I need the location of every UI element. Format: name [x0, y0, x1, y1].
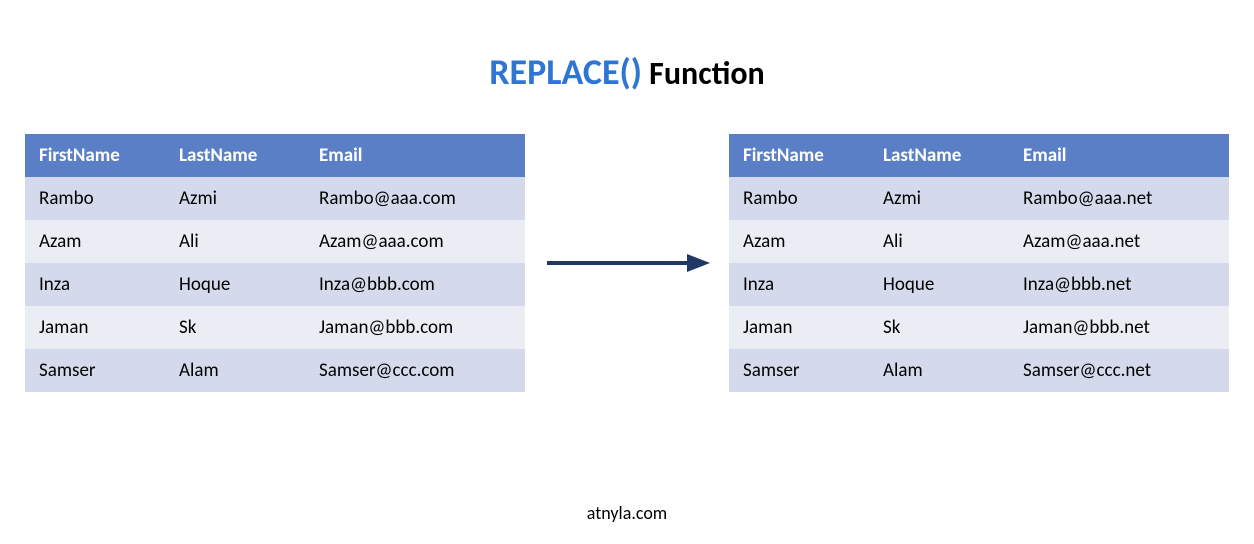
cell-lastname: Hoque — [869, 263, 1009, 306]
cell-lastname: Ali — [165, 220, 305, 263]
cell-firstname: Rambo — [25, 177, 165, 220]
cell-email: Jaman@bbb.net — [1009, 306, 1229, 349]
result-table: FirstName LastName Email Rambo Azmi Ramb… — [729, 134, 1229, 392]
cell-email: Samser@ccc.com — [305, 349, 525, 392]
cell-lastname: Sk — [165, 306, 305, 349]
table-row: Jaman Sk Jaman@bbb.com — [25, 306, 525, 349]
header-email: Email — [1009, 134, 1229, 177]
cell-firstname: Jaman — [25, 306, 165, 349]
source-table: FirstName LastName Email Rambo Azmi Ramb… — [25, 134, 525, 392]
footer-attribution: atnyla.com — [587, 502, 667, 524]
table-header-row: FirstName LastName Email — [729, 134, 1229, 177]
cell-lastname: Alam — [165, 349, 305, 392]
cell-lastname: Alam — [869, 349, 1009, 392]
cell-email: Rambo@aaa.net — [1009, 177, 1229, 220]
header-firstname: FirstName — [25, 134, 165, 177]
title-suffix: Function — [642, 54, 765, 93]
arrow-container — [537, 248, 717, 278]
header-firstname: FirstName — [729, 134, 869, 177]
cell-firstname: Inza — [729, 263, 869, 306]
cell-email: Azam@aaa.net — [1009, 220, 1229, 263]
cell-email: Jaman@bbb.com — [305, 306, 525, 349]
table-row: Jaman Sk Jaman@bbb.net — [729, 306, 1229, 349]
cell-firstname: Azam — [729, 220, 869, 263]
cell-firstname: Azam — [25, 220, 165, 263]
table-row: Samser Alam Samser@ccc.com — [25, 349, 525, 392]
header-lastname: LastName — [869, 134, 1009, 177]
cell-lastname: Sk — [869, 306, 1009, 349]
header-email: Email — [305, 134, 525, 177]
cell-email: Azam@aaa.com — [305, 220, 525, 263]
table-row: Samser Alam Samser@ccc.net — [729, 349, 1229, 392]
cell-firstname: Rambo — [729, 177, 869, 220]
cell-email: Inza@bbb.net — [1009, 263, 1229, 306]
table-row: Rambo Azmi Rambo@aaa.com — [25, 177, 525, 220]
table-row: Azam Ali Azam@aaa.net — [729, 220, 1229, 263]
cell-lastname: Azmi — [869, 177, 1009, 220]
cell-firstname: Jaman — [729, 306, 869, 349]
table-row: Rambo Azmi Rambo@aaa.net — [729, 177, 1229, 220]
title-highlight: REPLACE() — [489, 50, 642, 94]
cell-lastname: Hoque — [165, 263, 305, 306]
page-title: REPLACE() Function — [0, 0, 1254, 134]
cell-firstname: Samser — [25, 349, 165, 392]
cell-email: Samser@ccc.net — [1009, 349, 1229, 392]
cell-email: Inza@bbb.com — [305, 263, 525, 306]
table-row: Inza Hoque Inza@bbb.com — [25, 263, 525, 306]
arrow-right-icon — [542, 248, 712, 278]
content-row: FirstName LastName Email Rambo Azmi Ramb… — [0, 134, 1254, 392]
header-lastname: LastName — [165, 134, 305, 177]
cell-firstname: Inza — [25, 263, 165, 306]
table-row: Azam Ali Azam@aaa.com — [25, 220, 525, 263]
table-row: Inza Hoque Inza@bbb.net — [729, 263, 1229, 306]
cell-email: Rambo@aaa.com — [305, 177, 525, 220]
cell-lastname: Azmi — [165, 177, 305, 220]
table-header-row: FirstName LastName Email — [25, 134, 525, 177]
cell-firstname: Samser — [729, 349, 869, 392]
cell-lastname: Ali — [869, 220, 1009, 263]
